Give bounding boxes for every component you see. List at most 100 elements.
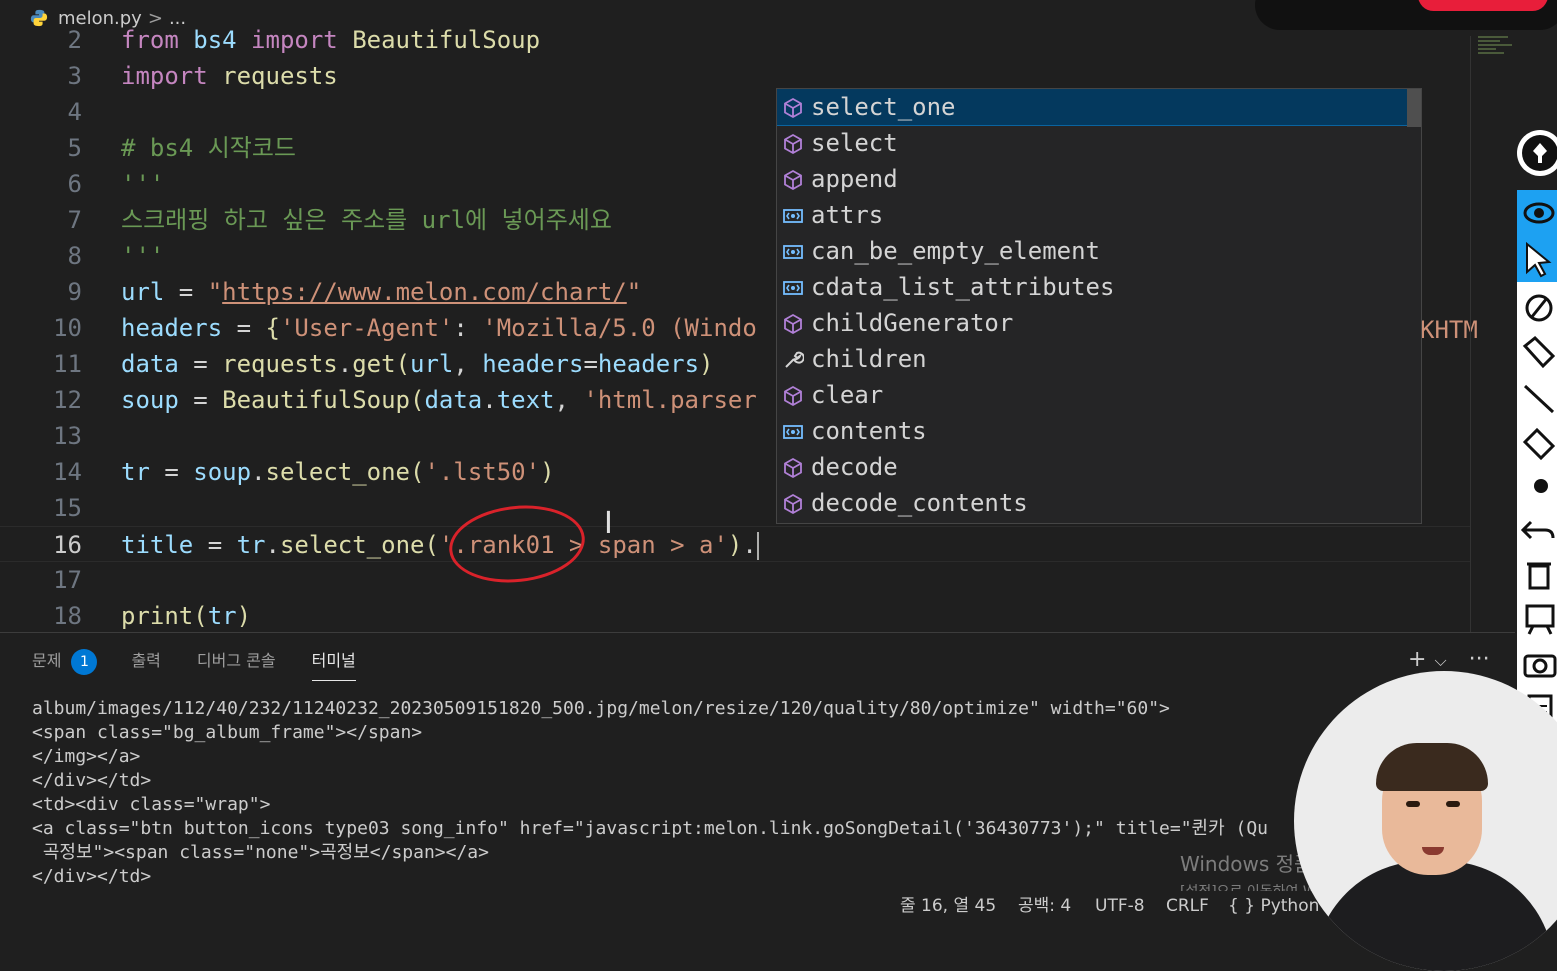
code-token: from — [121, 26, 179, 54]
line-number: 13 — [53, 422, 82, 450]
line-number: 14 — [53, 458, 82, 486]
code-token: = — [164, 278, 208, 306]
minimap[interactable] — [1478, 34, 1514, 74]
method-icon — [784, 457, 802, 479]
suggestion-label: clear — [811, 381, 884, 409]
code-token: , — [453, 350, 483, 378]
tab-problems[interactable]: 문제 1 — [32, 633, 98, 689]
terminal-output[interactable]: album/images/112/40/232/11240232_2023050… — [32, 697, 1268, 889]
line-tool-icon[interactable] — [1517, 378, 1557, 418]
suggestion-label: append — [811, 165, 898, 193]
code-line[interactable]: 18 print(tr) — [0, 598, 1470, 632]
line-number: 12 — [53, 386, 82, 414]
eraser-icon[interactable] — [1517, 422, 1557, 462]
suggestion-item[interactable]: contents — [777, 413, 1421, 449]
code-token: 'User-Agent' — [279, 314, 454, 342]
code-token: get — [352, 350, 396, 378]
camera-icon[interactable] — [1517, 644, 1557, 684]
tab-debug-console[interactable]: 디버그 콘솔 — [197, 633, 276, 689]
code-token: . — [251, 458, 266, 486]
webcam-person-hair — [1376, 743, 1488, 791]
more-actions-button[interactable]: ··· — [1469, 647, 1490, 672]
code-token: title — [121, 531, 194, 559]
code-token: " — [626, 278, 642, 306]
tab-output[interactable]: 출력 — [131, 633, 160, 689]
code-token: { — [265, 314, 280, 342]
annotation-toolbar — [1517, 190, 1557, 750]
method-icon — [784, 133, 802, 155]
line-number: 2 — [67, 26, 82, 54]
code-token: requests — [207, 62, 338, 90]
suggestion-scrollbar[interactable] — [1407, 89, 1421, 127]
method-icon — [784, 493, 802, 515]
eye-icon[interactable] — [1517, 190, 1557, 236]
dot-size-icon[interactable] — [1517, 466, 1557, 506]
code-token: . — [482, 386, 497, 414]
code-token: , — [554, 386, 584, 414]
suggestion-item[interactable]: attrs — [777, 197, 1421, 233]
code-token: requests — [222, 350, 338, 378]
terminal-line: <td><div class="wrap"> — [32, 794, 271, 815]
suggestion-label: attrs — [811, 201, 884, 229]
status-eol[interactable]: CRLF — [1166, 891, 1209, 921]
overflow-code-fragment: KHTM — [1420, 312, 1480, 348]
text-caret — [756, 532, 759, 560]
code-token: soup — [193, 458, 252, 486]
whiteboard-icon[interactable] — [1517, 598, 1557, 638]
suggestion-item[interactable]: select — [777, 125, 1421, 161]
code-token: ( — [193, 602, 208, 630]
add-terminal-button[interactable]: + — [1408, 647, 1426, 672]
code-token: https://www.melon.com/chart/ — [222, 278, 627, 306]
line-code: # bs4 시작코드 — [121, 130, 296, 166]
code-token: ) — [540, 458, 555, 486]
code-token: ( — [395, 350, 411, 378]
method-icon — [784, 169, 802, 191]
code-token: ''' — [121, 242, 165, 270]
code-line[interactable]: 2 from bs4 import BeautifulSoup — [0, 26, 1470, 58]
status-language[interactable]: { } Python — [1228, 891, 1319, 921]
suggestion-item[interactable]: append — [777, 161, 1421, 197]
code-token: tr — [207, 602, 237, 630]
property-wrench-icon — [785, 351, 804, 368]
panel-actions: + ⌵ ··· — [1408, 647, 1498, 672]
code-token: print — [121, 602, 194, 630]
suggestion-item[interactable]: decode_contents — [777, 485, 1421, 521]
suggestion-item[interactable]: children — [777, 341, 1421, 377]
line-code: tr = soup.select_one('.lst50') — [121, 454, 555, 490]
suggestion-item[interactable]: select_one — [777, 89, 1421, 126]
suggestion-item[interactable]: clear — [777, 377, 1421, 413]
terminal-dropdown-button[interactable]: ⌵ — [1434, 651, 1446, 670]
code-token: : — [453, 314, 483, 342]
code-token: bs4 — [178, 26, 252, 54]
undo-icon[interactable] — [1517, 510, 1557, 550]
code-token: headers — [121, 314, 223, 342]
trash-icon[interactable] — [1517, 554, 1557, 594]
line-code: from bs4 import BeautifulSoup — [121, 26, 540, 58]
code-token: data — [424, 386, 483, 414]
status-encoding[interactable]: UTF-8 — [1095, 891, 1145, 921]
pen-nib-icon — [1533, 143, 1547, 163]
code-token: ) — [236, 602, 252, 630]
suggestion-item[interactable]: can_be_empty_element — [777, 233, 1421, 269]
tag-icon[interactable] — [1517, 332, 1557, 372]
panel-tabs: 문제 1 출력 디버그 콘솔 터미널 — [0, 633, 356, 689]
webcam-eye-right — [1446, 801, 1460, 807]
autocomplete-widget[interactable]: select_one select append attrs can_be_empty_… — [776, 88, 1422, 524]
status-cursor-position[interactable]: 줄 16, 열 45 — [900, 891, 996, 921]
terminal-line: </div></td> — [32, 866, 152, 887]
stopwatch-icon[interactable] — [1517, 286, 1557, 326]
line-code: data = requests.get(url, headers=headers… — [121, 346, 714, 382]
status-indentation[interactable]: 공백: 4 — [1018, 891, 1071, 921]
annotation-app-logo[interactable] — [1517, 130, 1557, 176]
tab-terminal[interactable]: 터미널 — [311, 633, 356, 689]
code-token: text — [496, 386, 555, 414]
code-token: ( — [410, 386, 425, 414]
suggestion-item[interactable]: childGenerator — [777, 305, 1421, 341]
suggestion-item[interactable]: cdata_list_attributes — [777, 269, 1421, 305]
pointer-icon[interactable] — [1517, 236, 1557, 282]
suggestion-item[interactable]: decode — [777, 449, 1421, 485]
code-line[interactable]: 16 title = tr.select_one('.rank01 > span … — [0, 526, 1470, 562]
code-token: tr — [236, 531, 266, 559]
line-number: 15 — [53, 494, 82, 522]
code-line[interactable]: 17 — [0, 562, 1470, 598]
